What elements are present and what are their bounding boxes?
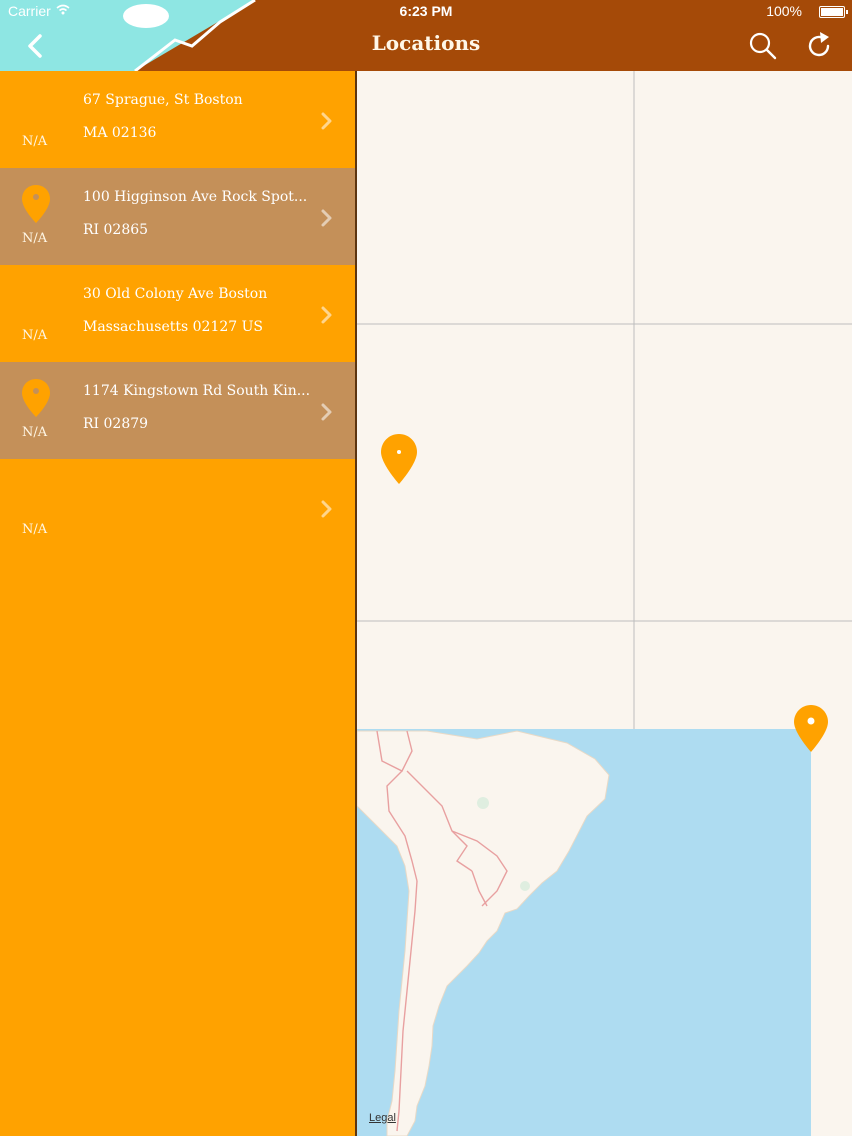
address-line-2: Massachusetts 02127 US (83, 319, 264, 335)
search-button[interactable] (748, 31, 778, 61)
refresh-icon (808, 32, 830, 57)
page-title: Locations (371, 31, 481, 55)
address-line-1: 67 Sprague, St Boston (83, 92, 243, 108)
navigation-bar: Carrier 6:23 PM 100% Locations (0, 0, 852, 71)
location-row[interactable]: N/A 67 Sprague, St Boston MA 02136 (0, 71, 355, 168)
distance-label: N/A (22, 425, 48, 440)
distance-label: N/A (22, 328, 48, 343)
address-line-2: MA 02136 (83, 125, 157, 141)
map-canvas (357, 71, 852, 1136)
distance-label: N/A (22, 522, 48, 537)
location-row[interactable]: N/A 1174 Kingstown Rd South Kin... RI 0287… (0, 362, 355, 459)
chevron-right-icon (321, 403, 332, 421)
address-line-1: 1174 Kingstown Rd South Kin... (83, 383, 311, 399)
chevron-right-icon (321, 112, 332, 130)
status-time: 6:23 PM (399, 3, 453, 19)
location-pin-icon (22, 379, 50, 417)
distance-label: N/A (22, 134, 48, 149)
chevron-right-icon (321, 209, 332, 227)
refresh-button[interactable] (804, 31, 834, 61)
search-icon (749, 32, 777, 60)
map-view[interactable]: Legal (357, 71, 852, 1136)
locations-list: N/A 67 Sprague, St Boston MA 02136 N/A 100 H… (0, 71, 355, 1136)
address-line-2: RI 02879 (83, 416, 149, 432)
chevron-right-icon (321, 306, 332, 324)
chevron-left-icon (28, 34, 42, 58)
back-button[interactable] (20, 30, 52, 62)
location-pin-icon (22, 185, 50, 223)
location-row[interactable]: N/A 30 Old Colony Ave Boston Massachusetts… (0, 265, 355, 362)
legal-link[interactable]: Legal (369, 1112, 396, 1124)
address-line-2: RI 02865 (83, 222, 149, 238)
chevron-right-icon (321, 500, 332, 518)
location-row[interactable]: N/A 100 Higginson Ave Rock Spot... RI 0286… (0, 168, 355, 265)
distance-label: N/A (22, 231, 48, 246)
battery-icon (819, 6, 848, 18)
map-pin (381, 434, 417, 484)
location-row[interactable]: N/A (0, 459, 355, 556)
battery-percent: 100% (766, 3, 802, 19)
address-line-1: 100 Higginson Ave Rock Spot... (83, 189, 308, 205)
address-line-1: 30 Old Colony Ave Boston (83, 286, 268, 302)
